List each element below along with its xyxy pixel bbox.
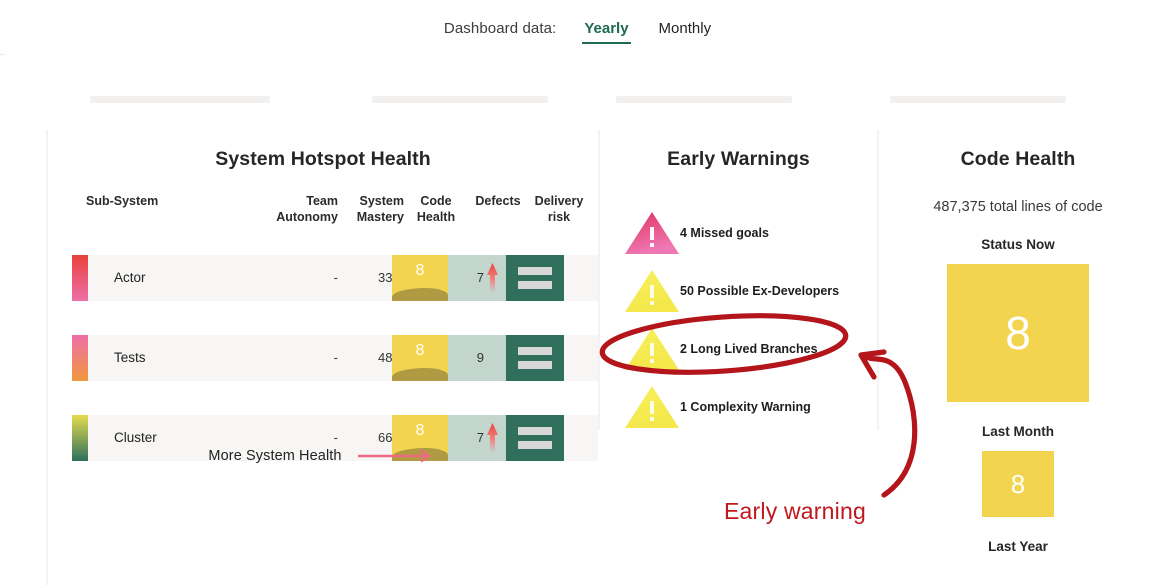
warning-list-item[interactable]: 4 Missed goals — [600, 211, 877, 269]
cell-code-health: 8 — [392, 255, 448, 301]
dashboard-data-label: Dashboard data: — [444, 20, 556, 37]
code-health-panel: Code Health 487,375 total lines of code … — [879, 130, 1157, 585]
cell-delivery-risk — [506, 255, 564, 301]
early-warnings-list: 4 Missed goals 50 Possible Ex-Developers… — [600, 211, 877, 443]
warning-triangle-icon — [624, 385, 680, 429]
placeholder-bar-4 — [890, 96, 1066, 103]
annotation-label: Early warning — [724, 498, 866, 525]
equals-icon-bar-bottom — [518, 361, 552, 369]
cell-code-health: 8 — [392, 335, 448, 381]
tab-monthly[interactable]: Monthly — [657, 18, 714, 42]
warning-triangle-icon — [624, 327, 680, 371]
column-header-system-mastery: System Mastery — [334, 193, 404, 225]
hotspot-table-body: Actor - 33% 8 7 Tests - 48% — [48, 255, 598, 461]
table-row[interactable]: Tests - 48% 8 9 — [48, 335, 598, 381]
warning-list-item[interactable]: 50 Possible Ex-Developers — [600, 269, 877, 327]
column-header-code-health-line2: Health — [404, 209, 468, 225]
warning-triangle-icon — [624, 211, 680, 255]
column-header-delivery-risk-line1: Delivery — [528, 193, 590, 209]
code-health-section: Status Now 8 — [879, 237, 1157, 402]
code-health-section-label: Last Year — [879, 539, 1157, 554]
code-health-wave — [392, 368, 448, 381]
arrow-right-icon — [358, 449, 438, 463]
placeholder-bar-2 — [372, 96, 548, 103]
code-health-section: Last Year — [879, 539, 1157, 554]
column-header-code-health: Code Health — [404, 193, 468, 225]
code-health-score-box: 8 — [982, 451, 1054, 517]
column-header-system-mastery-line2: Mastery — [334, 209, 404, 225]
column-header-delivery-risk-line2: risk — [528, 209, 590, 225]
hotspot-table-header: Sub-System Team Autonomy System Mastery … — [48, 193, 598, 255]
early-warnings-panel-title: Early Warnings — [600, 148, 877, 171]
hotspot-panel-title: System Hotspot Health — [48, 148, 598, 171]
code-health-wave — [392, 288, 448, 301]
column-header-team-autonomy-line2: Autonomy — [270, 209, 338, 225]
code-health-score: 8 — [392, 255, 448, 285]
column-header-system-mastery-line1: System — [334, 193, 404, 209]
more-system-health-link[interactable]: More System Health — [48, 448, 598, 464]
warning-label: 50 Possible Ex-Developers — [680, 269, 839, 313]
column-header-team-autonomy: Team Autonomy — [270, 193, 338, 225]
defects-up-arrow-icon — [486, 263, 499, 293]
placeholder-bar-3 — [616, 96, 792, 103]
cell-team-autonomy: - — [270, 335, 338, 381]
total-lines-of-code: 487,375 total lines of code — [879, 199, 1157, 215]
row-health-gradient-bar — [72, 335, 88, 381]
cell-sub-system: Tests — [114, 335, 146, 381]
cell-defects: 9 — [448, 335, 506, 381]
column-header-code-health-line1: Code — [404, 193, 468, 209]
defects-count: 7 — [448, 255, 484, 301]
code-health-section: Last Month 8 — [879, 424, 1157, 517]
placeholder-bar-1 — [90, 96, 270, 103]
cell-defects: 7 — [448, 255, 506, 301]
column-header-team-autonomy-line1: Team — [270, 193, 338, 209]
code-health-sections: Status Now 8 Last Month 8 Last Year — [879, 237, 1157, 554]
code-health-panel-title: Code Health — [879, 148, 1157, 171]
column-header-sub-system: Sub-System — [86, 193, 158, 209]
defects-count: 9 — [448, 335, 484, 381]
code-health-score-box: 8 — [947, 264, 1089, 402]
column-header-defects: Defects — [468, 193, 528, 209]
cell-delivery-risk — [506, 335, 564, 381]
dashboard-toolbar: Dashboard data: Yearly Monthly — [0, 0, 1157, 62]
page-rule — [0, 54, 5, 55]
warning-list-item[interactable]: 1 Complexity Warning — [600, 385, 877, 443]
warning-label: 2 Long Lived Branches — [680, 327, 818, 371]
warning-label: 1 Complexity Warning — [680, 385, 811, 429]
warning-label: 4 Missed goals — [680, 211, 769, 255]
warning-triangle-icon — [624, 269, 680, 313]
tab-yearly[interactable]: Yearly — [582, 18, 630, 44]
code-health-score: 8 — [392, 415, 448, 445]
equals-icon-bar-top — [518, 427, 552, 435]
equals-icon-bar-top — [518, 347, 552, 355]
column-header-defects-line1: Defects — [468, 193, 528, 209]
column-header-delivery-risk: Delivery risk — [528, 193, 590, 225]
row-health-gradient-bar — [72, 255, 88, 301]
code-health-section-label: Status Now — [879, 237, 1157, 252]
more-system-health-label: More System Health — [208, 448, 341, 464]
system-hotspot-health-panel: System Hotspot Health Sub-System Team Au… — [46, 130, 598, 585]
equals-icon-bar-bottom — [518, 281, 552, 289]
code-health-score: 8 — [392, 335, 448, 365]
equals-icon-bar-top — [518, 267, 552, 275]
warning-list-item[interactable]: 2 Long Lived Branches — [600, 327, 877, 385]
code-health-section-label: Last Month — [879, 424, 1157, 439]
cell-team-autonomy: - — [270, 255, 338, 301]
table-row[interactable]: Actor - 33% 8 7 — [48, 255, 598, 301]
cell-sub-system: Actor — [114, 255, 146, 301]
